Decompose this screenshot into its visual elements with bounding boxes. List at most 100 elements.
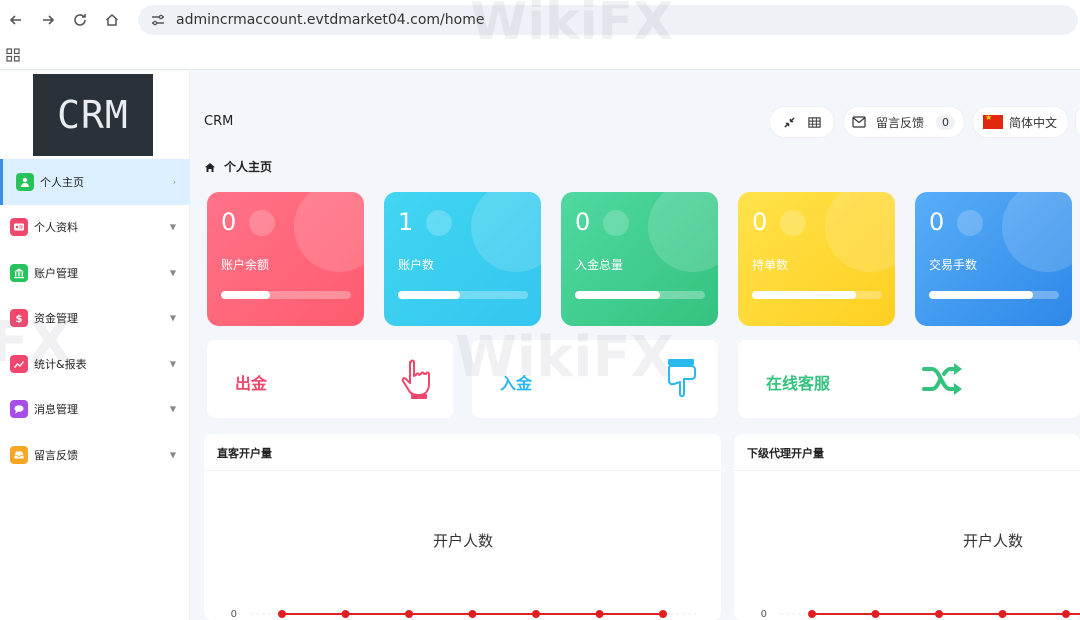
stat-progress-fill [221,291,271,299]
sidebar-item-accounts[interactable]: 账户管理 ▼ [0,250,190,296]
data-point [532,610,540,618]
chevron-down-icon: ▼ [169,450,176,460]
sidebar-item-reports[interactable]: 统计&报表 ▼ [0,341,190,387]
direct-client-accounts-panel: 直客开户量 开户人数 0 [204,434,721,620]
sub-agent-accounts-panel: 下级代理开户量 开户人数 0 [734,434,1080,620]
deposit-label: 入金 [500,374,533,393]
home-icon [205,162,215,172]
deposit-tile[interactable]: 入金 [472,340,718,418]
stat-progress-bar [752,291,882,299]
stat-progress-bar [221,291,351,299]
sidebar-item-label: 消息管理 [34,403,78,417]
stat-card-open-orders[interactable]: 0 持单数 [738,192,895,326]
stat-value: 0 [221,208,237,236]
data-point [278,610,286,618]
stat-card-deposit-total[interactable]: 0 入金总量 [561,192,718,326]
data-point [935,610,943,618]
panel-title: 下级代理开户量 [747,447,824,460]
crm-logo[interactable]: CRM [33,74,153,156]
apps-grid-icon[interactable] [6,47,20,62]
data-point [341,610,350,618]
language-selector[interactable]: 简体中文 [973,107,1068,137]
home-button[interactable] [96,4,128,36]
breadcrumb: 个人主页 [204,158,272,175]
withdraw-label: 出金 [235,374,268,393]
data-point [405,610,413,618]
stat-label: 持单数 [752,258,789,272]
stat-card-balance[interactable]: 0 账户余额 [207,192,364,326]
sidebar-item-home[interactable]: 个人主页 › [0,159,190,205]
chevron-down-icon: ▼ [169,359,176,369]
url-text: admincrmaccount.evtdmarket04.com/home [176,12,485,28]
card-decoration [294,192,364,272]
language-label: 简体中文 [1009,115,1058,130]
panel-title: 直客开户量 [217,447,272,460]
mail-icon [852,116,866,128]
sidebar-item-label: 统计&报表 [34,357,87,371]
card-decoration [648,192,718,272]
reload-button[interactable] [64,4,96,36]
stat-value: 1 [398,208,414,236]
stat-value: 0 [575,208,591,236]
stat-card-trade-lots[interactable]: 0 交易手数 [915,192,1072,326]
customer-service-tile[interactable]: 在线客服 [738,340,1080,418]
inbox-icon [10,445,28,464]
stat-card-accounts[interactable]: 1 账户数 [384,192,541,326]
stat-value: 0 [929,208,945,236]
stat-progress-fill [398,291,461,299]
sidebar: CRM 个人主页 › 个人资料 ▼ 账户管理 ▼ $ 资金管理 ▼ 统计&报表 … [0,71,190,620]
stat-label: 账户余额 [221,258,270,272]
reload-icon [74,14,86,26]
bookmarks-bar [0,40,1080,70]
data-point [871,610,880,618]
pointing-hand-down-icon [668,359,696,398]
sidebar-item-label: 资金管理 [34,312,78,326]
compress-icon[interactable] [783,116,796,129]
sidebar-menu: 个人主页 › 个人资料 ▼ 账户管理 ▼ $ 资金管理 ▼ 统计&报表 ▼ 消息… [0,159,190,478]
arrow-right-icon [43,15,55,25]
stat-progress-bar [398,291,528,299]
stat-progress-fill [929,291,1033,299]
stat-progress-bar [929,291,1059,299]
breadcrumb-label: 个人主页 [224,160,273,174]
withdraw-tile[interactable]: 出金 [207,340,453,418]
user-icon [16,172,34,191]
arrow-left-icon [9,15,21,25]
feedback-label: 留言反馈 [876,115,925,130]
sidebar-item-label: 个人资料 [34,221,78,235]
y-tick-label: 0 [231,609,237,620]
site-info-icon[interactable] [150,12,166,28]
accounts-line-chart: 开户人数 0 [231,532,696,620]
data-point [1062,610,1070,618]
table-icon[interactable] [808,116,821,129]
stat-value: 0 [752,208,768,236]
svg-text:$: $ [16,314,23,324]
feedback-count-badge: 0 [936,114,956,130]
sidebar-item-label: 留言反馈 [34,448,78,462]
feedback-button[interactable]: 留言反馈 0 [844,107,964,137]
chevron-down-icon: ▼ [169,222,176,232]
stat-label: 交易手数 [929,258,978,272]
card-decoration [825,192,895,272]
stat-progress-fill [575,291,660,299]
data-point [468,610,477,618]
bank-icon [10,263,28,282]
card-decoration [249,210,275,236]
sidebar-item-profile[interactable]: 个人资料 ▼ [0,205,190,251]
data-point [808,610,816,618]
china-flag-icon [983,113,1003,129]
service-label: 在线客服 [766,374,831,393]
sidebar-item-messages[interactable]: 消息管理 ▼ [0,387,190,433]
back-button[interactable] [0,4,32,36]
chevron-down-icon: ▼ [169,313,176,323]
card-decoration [957,210,983,236]
id-card-icon [10,218,28,237]
stat-progress-fill [752,291,856,299]
sidebar-item-funds[interactable]: $ 资金管理 ▼ [0,296,190,342]
address-bar[interactable]: admincrmaccount.evtdmarket04.com/home [138,5,1078,35]
shuffle-icon [922,363,962,395]
sidebar-item-feedback[interactable]: 留言反馈 ▼ [0,432,190,478]
forward-button[interactable] [32,4,64,36]
sidebar-item-label: 账户管理 [34,266,78,280]
header-more-button[interactable] [1076,107,1080,137]
